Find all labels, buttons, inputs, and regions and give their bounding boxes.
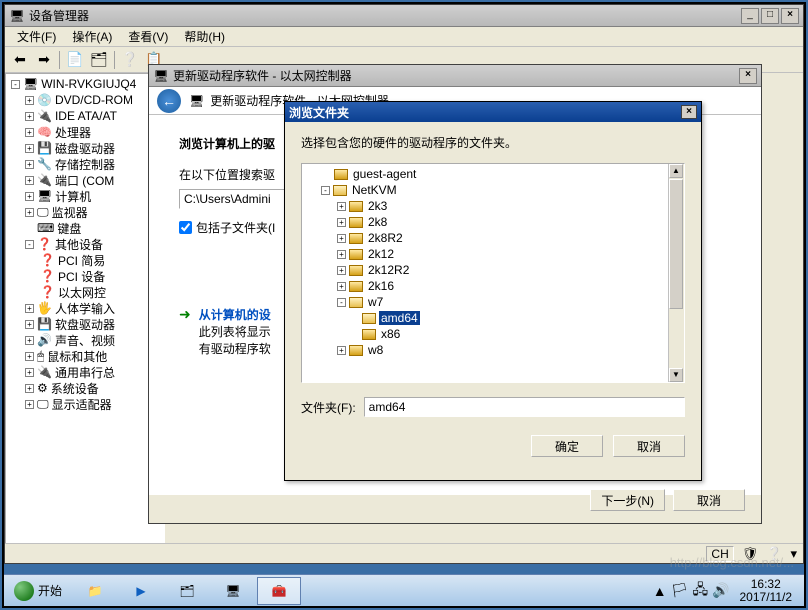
tray-arrow-icon[interactable]: ▲ [653, 583, 667, 599]
from-list-link[interactable]: 从计算机的设 [199, 306, 271, 323]
browse-cancel-button[interactable]: 取消 [613, 435, 685, 457]
menu-view[interactable]: 查看(V) [120, 26, 176, 47]
tray-flag-icon[interactable]: 🏳 [671, 582, 689, 599]
scroll-thumb[interactable] [669, 179, 683, 309]
selected-folder[interactable]: amd64 [379, 311, 420, 325]
include-sub-checkbox[interactable] [179, 221, 192, 234]
arrow-icon: ➜ [179, 306, 191, 323]
devmgr-title: 设备管理器 [29, 7, 741, 24]
folder-label: 文件夹(F): [301, 399, 356, 416]
expand-root[interactable]: - [11, 80, 20, 89]
taskbar: 开始 📁 ▶ 🗂 🖥 🧰 ▲ 🏳 🖧 🔊 16:32 2017/11/2 [4, 574, 804, 606]
start-button[interactable]: 开始 [4, 577, 72, 605]
browse-title: 浏览文件夹 [289, 104, 681, 121]
browse-titlebar[interactable]: 浏览文件夹 × [285, 102, 701, 122]
tree-icon[interactable]: 🗂 [88, 49, 110, 71]
menu-file[interactable]: 文件(F) [9, 26, 64, 47]
tray-network-icon[interactable]: 🖧 [692, 579, 708, 603]
task-devmgr[interactable]: 🧰 [257, 577, 301, 605]
view-icon[interactable]: 📄 [64, 49, 86, 71]
back-button[interactable]: ← [157, 89, 181, 113]
menu-help[interactable]: 帮助(H) [176, 26, 233, 47]
devmgr-icon: 🖥 [9, 8, 25, 24]
tray-sound-icon[interactable]: 🔊 [712, 582, 729, 599]
task-powershell[interactable]: ▶ [119, 577, 163, 605]
scrollbar[interactable]: ▲ ▼ [668, 164, 684, 382]
drvdlg-icon: 🖥 [153, 68, 169, 84]
ok-button[interactable]: 确定 [531, 435, 603, 457]
menubar: 文件(F) 操作(A) 查看(V) 帮助(H) [5, 27, 803, 47]
maximize-button[interactable]: □ [761, 8, 779, 24]
folder-tree[interactable]: guest-agent -NetKVM +2k3 +2k8 +2k8R2 +2k… [301, 163, 685, 383]
task-explorer[interactable]: 📁 [73, 577, 117, 605]
folder-input[interactable] [364, 397, 685, 417]
watermark: http://blog.csdn.net/... [670, 555, 794, 570]
next-button[interactable]: 下一步(N) [590, 489, 665, 511]
back-icon[interactable]: ⬅ [9, 49, 31, 71]
path-input[interactable] [179, 189, 299, 209]
forward-icon[interactable]: ➡ [33, 49, 55, 71]
tray-clock[interactable]: 16:32 2017/11/2 [734, 578, 799, 604]
help-icon[interactable]: ❔ [119, 49, 141, 71]
close-button[interactable]: × [781, 8, 799, 24]
device-tree[interactable]: -🖥WIN-RVKGIUJQ4 +💿DVD/CD-ROM +🔌IDE ATA/A… [5, 73, 165, 563]
browse-close[interactable]: × [681, 105, 697, 119]
drvdlg-titlebar[interactable]: 🖥 更新驱动程序软件 - 以太网控制器 × [149, 65, 761, 87]
devmgr-titlebar[interactable]: 🖥 设备管理器 _ □ × [5, 5, 803, 27]
include-sub-label: 包括子文件夹(I [196, 219, 275, 236]
minimize-button[interactable]: _ [741, 8, 759, 24]
task-folder[interactable]: 🗂 [165, 577, 209, 605]
scroll-down[interactable]: ▼ [669, 368, 683, 382]
expand[interactable]: + [25, 96, 34, 105]
task-server[interactable]: 🖥 [211, 577, 255, 605]
scroll-up[interactable]: ▲ [669, 164, 683, 178]
menu-action[interactable]: 操作(A) [64, 26, 120, 47]
drvdlg-close[interactable]: × [739, 68, 757, 84]
browse-msg: 选择包含您的硬件的驱动程序的文件夹。 [301, 134, 685, 151]
drvdlg-title: 更新驱动程序软件 - 以太网控制器 [173, 67, 739, 84]
cancel-button[interactable]: 取消 [673, 489, 745, 511]
start-orb-icon [14, 581, 34, 601]
browse-folder-dialog: 浏览文件夹 × 选择包含您的硬件的驱动程序的文件夹。 guest-agent -… [284, 101, 702, 481]
